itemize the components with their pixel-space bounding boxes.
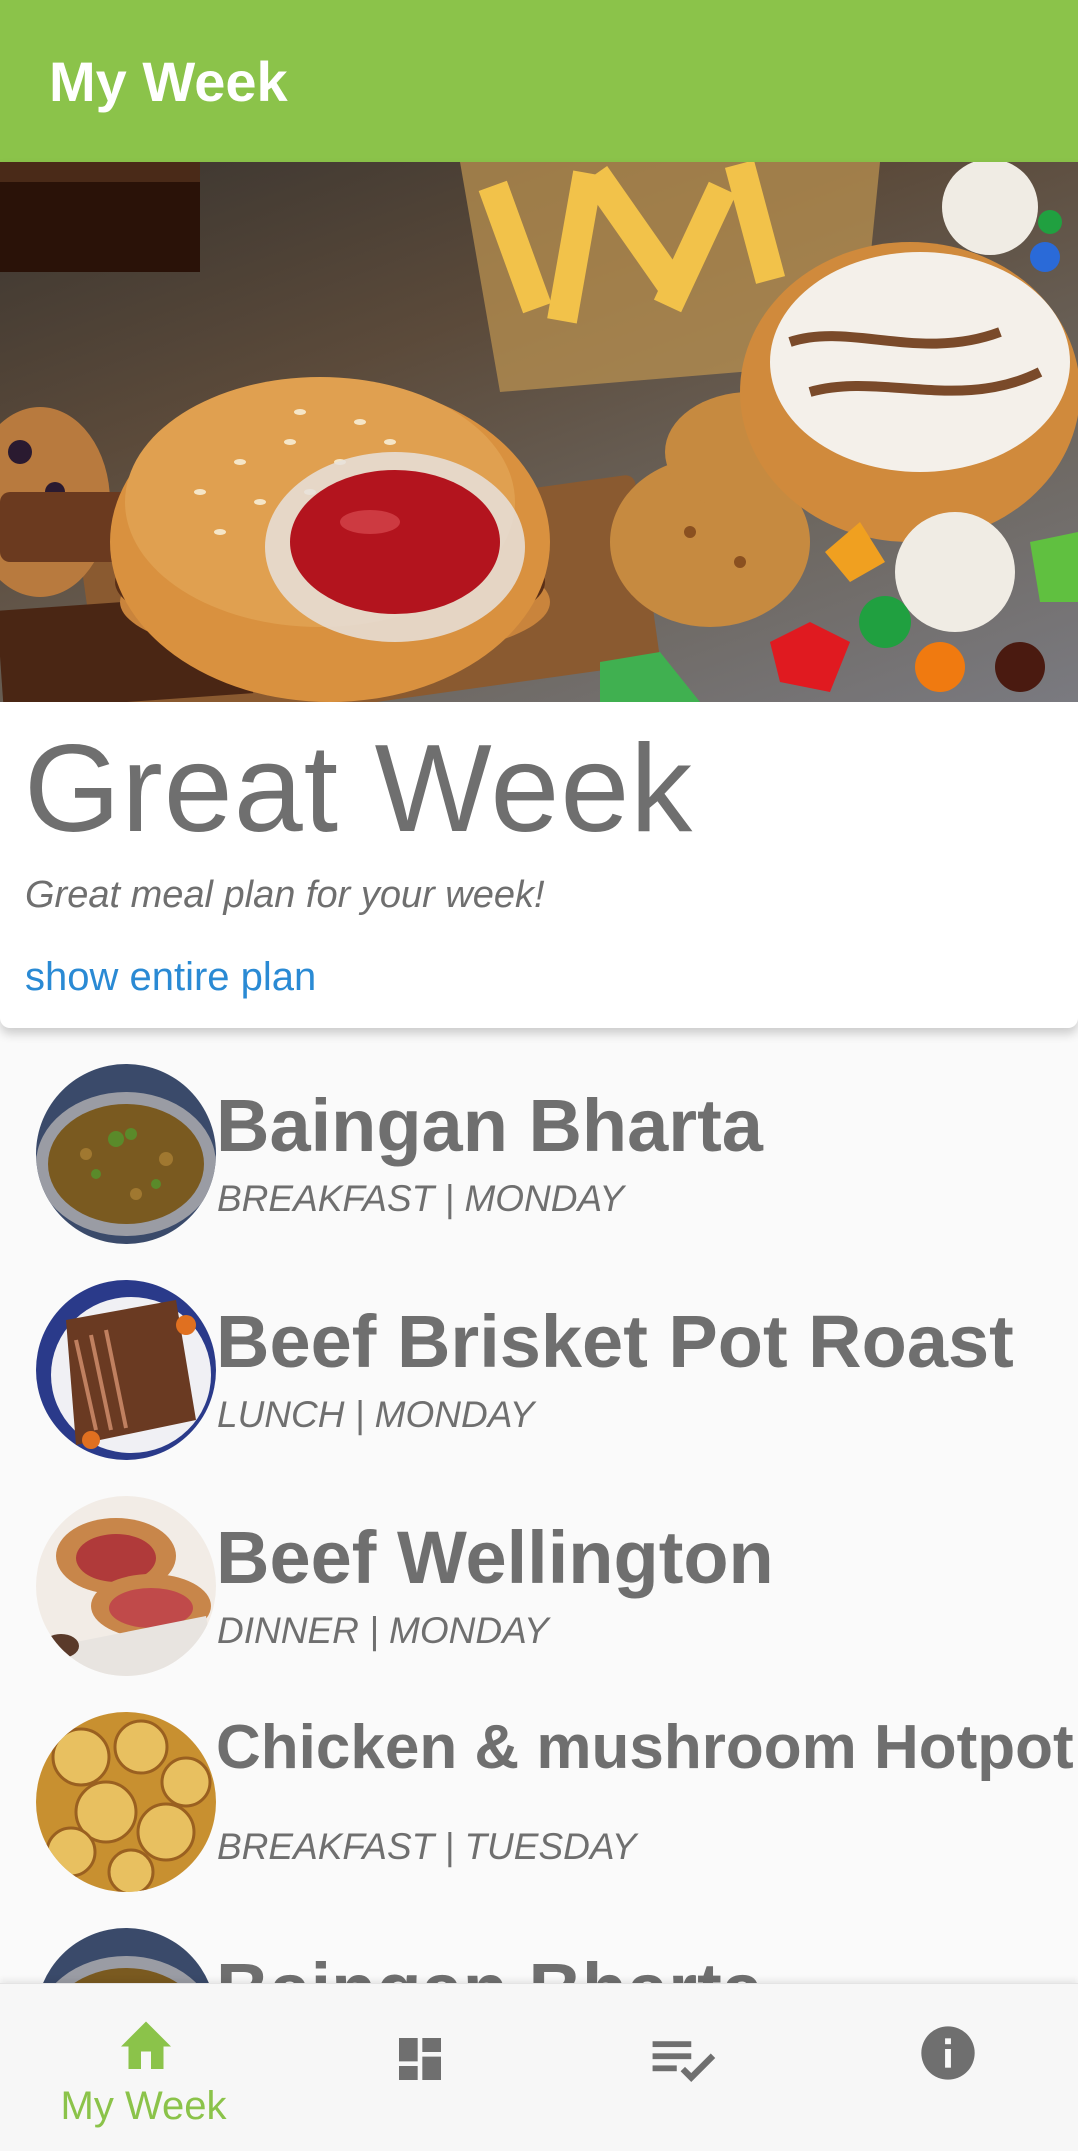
nav-item-info[interactable] [815, 1984, 1078, 2151]
nav-item-checklist[interactable] [550, 1984, 819, 2151]
meal-name: Beef Wellington [216, 1516, 774, 1599]
meal-name: Baingan Bharta [216, 1947, 763, 1983]
meal-list-item[interactable]: Baingan Bharta [0, 1892, 1078, 1983]
nav-label-my-week: My Week [60, 2084, 227, 2128]
meal-thumbnail [36, 1064, 216, 1244]
meal-list-item[interactable]: Chicken & mushroom Hotpot BREAKFAST | TU… [0, 1676, 1078, 1892]
hero-food-image [0, 162, 1078, 702]
nav-item-dashboard[interactable] [285, 1984, 554, 2151]
app-root: My Week Great Week Great meal plan for y… [0, 0, 1078, 2151]
meal-name: Baingan Bharta [216, 1084, 763, 1167]
hero-food-illustration [0, 162, 1078, 702]
meal-thumbnail [36, 1712, 216, 1892]
meal-schedule: BREAKFAST | TUESDAY [217, 1826, 637, 1867]
meal-name: Chicken & mushroom Hotpot [216, 1713, 1074, 1782]
meal-list-item[interactable]: Baingan Bharta BREAKFAST | MONDAY [0, 1028, 1078, 1244]
meal-list: Baingan Bharta BREAKFAST | MONDAY Beef B… [0, 1028, 1078, 1983]
top-app-bar: My Week [0, 0, 1078, 162]
plan-title: Great Week [24, 720, 694, 858]
meal-schedule: LUNCH | MONDAY [217, 1394, 535, 1435]
playlist-check-icon [652, 2041, 716, 2082]
meal-list-item[interactable]: Beef Brisket Pot Roast LUNCH | MONDAY [0, 1244, 1078, 1460]
meal-thumbnail [36, 1496, 216, 1676]
meal-plan-card[interactable]: Great Week Great meal plan for your week… [0, 162, 1078, 1028]
meal-schedule: DINNER | MONDAY [217, 1610, 549, 1651]
meal-list-item[interactable]: Beef Wellington DINNER | MONDAY [0, 1460, 1078, 1676]
plan-subtitle: Great meal plan for your week! [25, 874, 545, 916]
meal-thumbnail [36, 1928, 216, 1983]
info-icon [921, 2026, 975, 2080]
meal-schedule: BREAKFAST | MONDAY [217, 1178, 625, 1219]
bottom-navigation: My Week [0, 1983, 1078, 2151]
dashboard-icon [399, 2038, 441, 2080]
home-icon [121, 2021, 171, 2069]
meal-name: Beef Brisket Pot Roast [216, 1300, 1014, 1383]
meal-thumbnail [36, 1280, 216, 1460]
app-bar-title: My Week [49, 49, 288, 113]
show-entire-plan-link[interactable]: show entire plan [25, 955, 316, 1000]
nav-item-my-week[interactable]: My Week [9, 1984, 278, 2151]
